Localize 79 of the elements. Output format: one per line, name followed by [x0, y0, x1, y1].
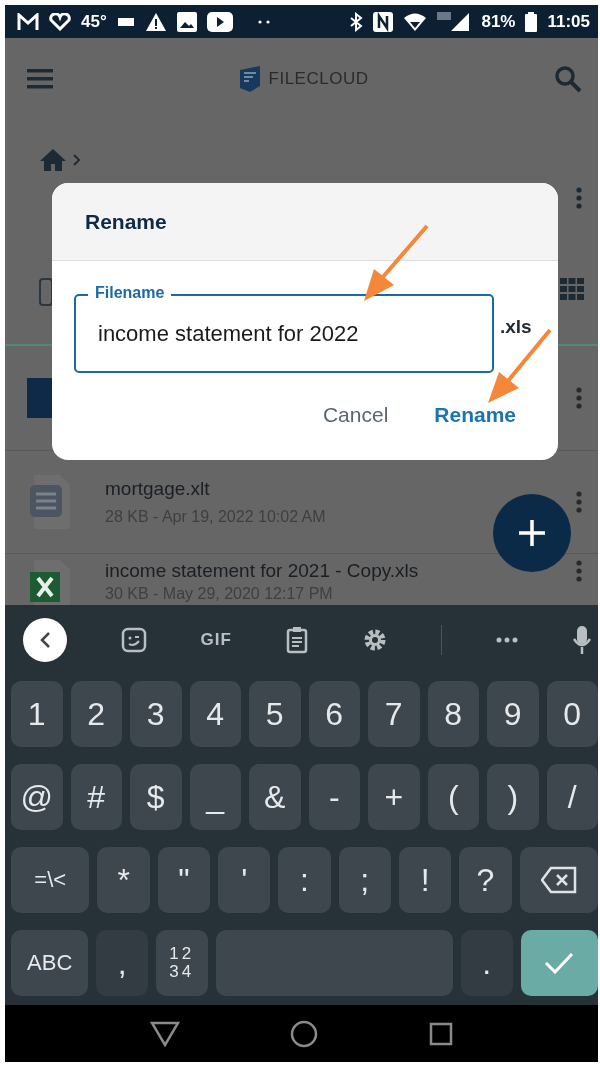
keyboard-key[interactable]: + — [368, 764, 420, 830]
clock-time: 11:05 — [547, 11, 590, 32]
keyboard-key[interactable]: 0 — [546, 681, 598, 747]
keyboard-key[interactable]: 3 — [130, 681, 182, 747]
temperature-text: 45° — [81, 11, 107, 32]
more-dots-icon — [256, 18, 271, 25]
sticker-icon[interactable] — [120, 627, 147, 653]
keyboard-key[interactable]: 4 — [189, 681, 241, 747]
keyboard-key[interactable]: * — [97, 847, 150, 913]
more-options-icon[interactable] — [496, 637, 519, 643]
keyboard-key[interactable]: ) — [487, 764, 539, 830]
back-triangle-icon[interactable] — [150, 1020, 181, 1047]
chevron-left-icon — [39, 631, 51, 649]
keyboard-key[interactable]: ( — [427, 764, 479, 830]
keyboard-key[interactable]: ; — [338, 847, 391, 913]
keyboard-key[interactable]: , — [96, 930, 148, 996]
keyboard-key[interactable]: ' — [218, 847, 271, 913]
kebab-menu-icon[interactable] — [576, 560, 582, 582]
cancel-button[interactable]: Cancel — [314, 397, 397, 433]
cell-signal-icon — [437, 11, 472, 32]
keyboard-key[interactable]: " — [157, 847, 211, 913]
nfc-icon — [373, 11, 394, 32]
keyboard-key[interactable]: @ — [11, 764, 63, 830]
home-circle-icon[interactable] — [290, 1019, 319, 1048]
keyboard-key[interactable]: 12 34 — [156, 930, 208, 996]
backspace-key[interactable] — [519, 847, 598, 913]
backspace-icon — [540, 866, 577, 894]
recents-square-icon[interactable] — [428, 1021, 453, 1046]
keyboard-key[interactable]: 5 — [249, 681, 301, 747]
keyboard-key[interactable]: 6 — [308, 681, 360, 747]
checkmark-icon — [544, 952, 575, 974]
warning-icon — [144, 11, 167, 32]
kebab-menu-icon[interactable] — [576, 387, 582, 409]
file-extension: .xls — [500, 315, 532, 338]
gmail-icon — [17, 12, 39, 31]
document-icon — [30, 475, 70, 529]
home-icon[interactable] — [39, 148, 67, 172]
keyboard-key[interactable]: _ — [189, 764, 241, 830]
bluetooth-icon — [349, 11, 364, 32]
keyboard-key[interactable]: 9 — [487, 681, 539, 747]
keyboard-key[interactable]: # — [70, 764, 122, 830]
keyboard-key[interactable]: & — [249, 764, 301, 830]
wifi-icon — [403, 11, 428, 32]
battery-percent: 81% — [481, 11, 516, 32]
keyboard-key[interactable]: / — [546, 764, 598, 830]
chevron-right-icon — [73, 154, 81, 166]
keyboard-key[interactable]: ABC — [11, 930, 89, 996]
image-icon — [176, 11, 197, 32]
shield-logo-icon — [238, 66, 261, 92]
grid-view-icon[interactable] — [560, 278, 584, 300]
keyboard-key[interactable]: : — [278, 847, 331, 913]
keyboard-key[interactable]: 7 — [368, 681, 420, 747]
keyboard-key[interactable]: $ — [130, 764, 182, 830]
keyboard-key[interactable]: ? — [459, 847, 512, 913]
keyboard-key[interactable]: . — [461, 930, 513, 996]
enter-key[interactable] — [520, 930, 598, 996]
search-icon[interactable] — [554, 65, 582, 93]
keyboard-key[interactable]: 2 — [70, 681, 122, 747]
keyboard-key[interactable]: =\< — [11, 847, 90, 913]
keyboard-key[interactable]: 1 — [11, 681, 63, 747]
heart-icon — [49, 12, 71, 31]
clipboard-icon[interactable] — [285, 626, 308, 654]
menu-icon[interactable] — [27, 68, 53, 90]
field-value: income statement for 2022 — [98, 320, 359, 347]
logo-text: FILECLOUD — [268, 69, 369, 89]
microphone-icon[interactable] — [571, 625, 592, 655]
kebab-menu-icon[interactable] — [576, 187, 582, 209]
notification-icon — [116, 15, 135, 28]
keyboard-key[interactable]: - — [308, 764, 360, 830]
keyboard-key[interactable]: 8 — [427, 681, 479, 747]
battery-icon — [525, 11, 538, 32]
plus-icon — [517, 518, 547, 548]
video-play-icon — [206, 11, 233, 32]
kebab-menu-icon[interactable] — [576, 491, 582, 513]
confirm-button[interactable]: Rename — [426, 397, 524, 433]
keyboard-key[interactable]: ! — [398, 847, 452, 913]
collapse-toolbar-button[interactable] — [23, 618, 67, 662]
gif-button[interactable]: GIF — [200, 630, 232, 650]
dialog-title: Rename — [52, 183, 558, 261]
